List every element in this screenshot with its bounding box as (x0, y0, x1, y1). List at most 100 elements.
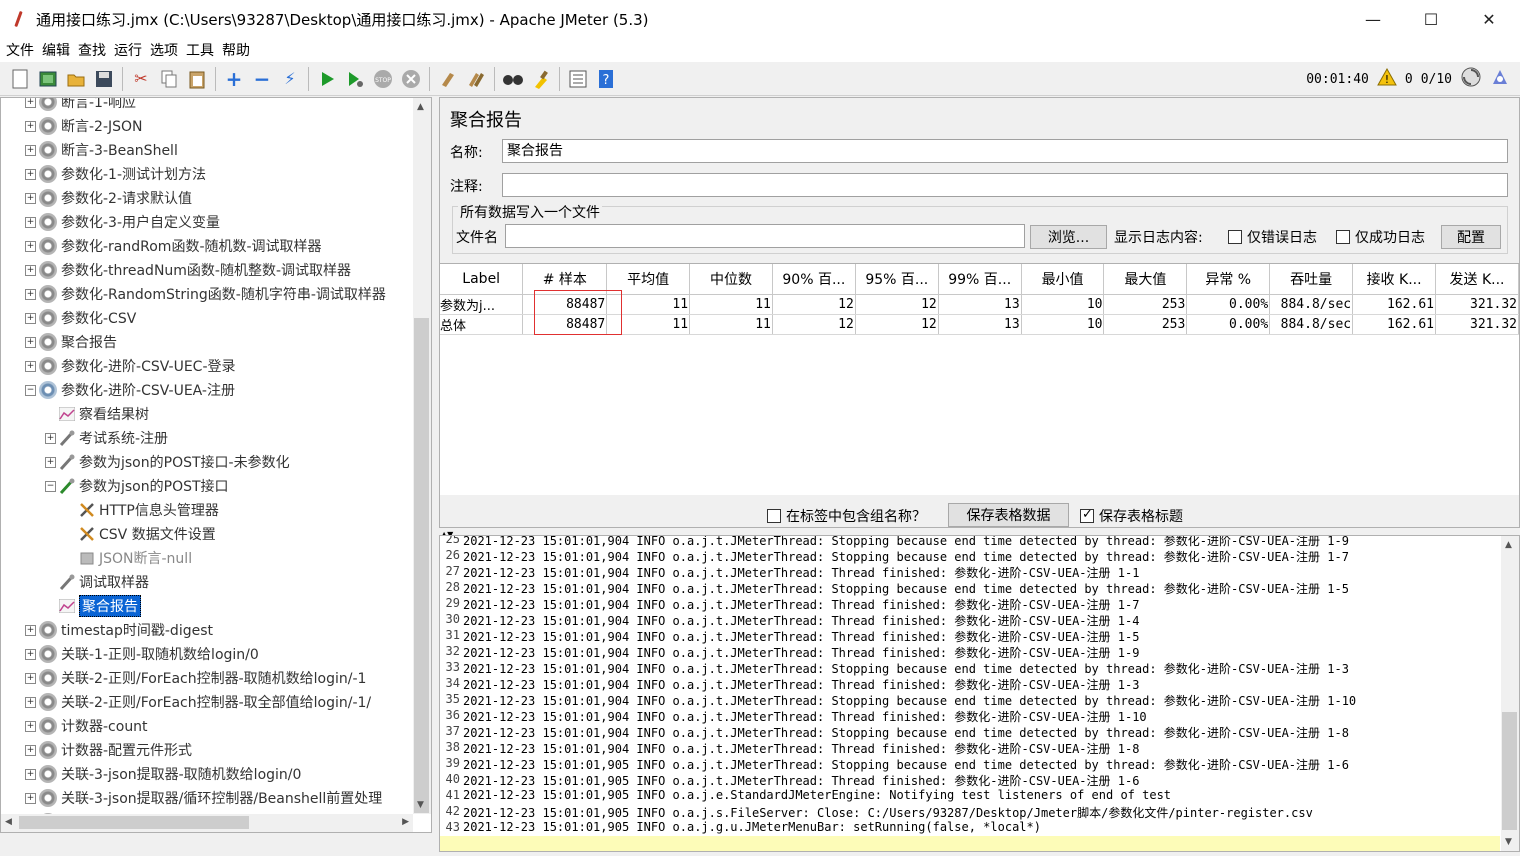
errors-only-option[interactable]: 仅错误日志 (1228, 227, 1317, 247)
toggle-icon[interactable]: ⚡ (279, 68, 301, 90)
expand-node-icon[interactable]: + (25, 744, 36, 756)
menu-help[interactable]: 帮助 (222, 40, 250, 60)
reset-search-icon[interactable] (530, 68, 552, 90)
expand-node-icon[interactable]: + (25, 240, 36, 252)
expand-node-icon[interactable]: + (45, 432, 56, 444)
tree-node[interactable]: + 关联-2-正则/ForEach控制器-取随机数给login/-1 (1, 666, 413, 690)
column-header[interactable]: 95% 百... (855, 264, 939, 295)
tree-node[interactable]: + 参数化-3-用户自定义变量 (1, 210, 413, 234)
tree-node[interactable]: 聚合报告 (1, 594, 413, 618)
tree-node[interactable]: + 断言-2-JSON (1, 114, 413, 138)
scroll-up-icon[interactable]: ▲ (417, 102, 424, 112)
tree-node[interactable]: + 断言-1-响应 (1, 98, 413, 114)
expand-node-icon[interactable]: + (25, 696, 36, 708)
expand-node-icon[interactable]: + (45, 456, 56, 468)
tree-node[interactable]: 察看结果树 (1, 402, 413, 426)
tree-scroll-thumb[interactable] (414, 318, 429, 813)
expand-icon[interactable]: + (223, 67, 245, 91)
browse-button[interactable]: 浏览... (1030, 225, 1107, 249)
paste-icon[interactable] (186, 68, 208, 90)
tree-vertical-scrollbar[interactable]: ▲ ▼ (413, 98, 431, 814)
tree-node[interactable]: − 参数化-进阶-CSV-UEA-注册 (1, 378, 413, 402)
tree-node[interactable]: + 参数化-CSV (1, 306, 413, 330)
column-header[interactable]: 吞吐量 (1269, 264, 1354, 295)
tree-node[interactable]: + 关联-3-json提取器/循环控制器/Beanshell前置处理 (1, 786, 413, 810)
search-icon[interactable] (502, 68, 524, 90)
tree-node[interactable]: HTTP信息头管理器 (1, 498, 413, 522)
tree-node[interactable]: + 参数化-2-请求默认值 (1, 186, 413, 210)
column-header[interactable]: 平均值 (606, 264, 691, 295)
filename-field[interactable] (505, 224, 1025, 248)
tree-node[interactable]: JSON断言-null (1, 546, 413, 570)
expand-node-icon[interactable]: + (25, 312, 36, 324)
menu-run[interactable]: 运行 (114, 40, 142, 60)
tree-node[interactable]: + 关联-1-正则-取随机数给login/0 (1, 642, 413, 666)
log-vertical-scrollbar[interactable]: ▲ ▼ (1501, 536, 1519, 851)
expand-node-icon[interactable]: + (25, 648, 36, 660)
menu-options[interactable]: 选项 (150, 40, 178, 60)
menu-tools[interactable]: 工具 (186, 40, 214, 60)
expand-node-icon[interactable]: + (25, 624, 36, 636)
function-helper-icon[interactable] (567, 68, 589, 90)
tree-node[interactable]: + 计数器-count (1, 714, 413, 738)
menu-search[interactable]: 查找 (78, 40, 106, 60)
tree-node[interactable]: + 考试系统-注册 (1, 426, 413, 450)
comment-field[interactable] (502, 173, 1508, 197)
expand-node-icon[interactable]: + (25, 288, 36, 300)
scroll-left-icon[interactable]: ◀ (5, 817, 12, 827)
include-group-checkbox[interactable] (767, 509, 781, 523)
copy-icon[interactable] (158, 68, 180, 90)
tree-node[interactable]: + 关联-3-json提取器-取随机数给login/0 (1, 762, 413, 786)
tree-node[interactable]: + 参数化-threadNum函数-随机整数-调试取样器 (1, 258, 413, 282)
expand-node-icon[interactable]: + (25, 192, 36, 204)
menu-file[interactable]: 文件 (6, 40, 34, 60)
tree-node[interactable]: + 参数化-RandomString函数-随机字符串-调试取样器 (1, 282, 413, 306)
close-button[interactable]: ✕ (1460, 0, 1518, 38)
expand-node-icon[interactable]: + (25, 264, 36, 276)
templates-icon[interactable] (37, 68, 59, 90)
expand-node-icon[interactable]: + (25, 98, 36, 108)
start-icon[interactable] (316, 68, 338, 90)
expand-node-icon[interactable]: + (25, 720, 36, 732)
tree-node[interactable]: + 参数化-1-测试计划方法 (1, 162, 413, 186)
column-header[interactable]: 最大值 (1103, 264, 1188, 295)
errors-only-checkbox[interactable] (1228, 230, 1242, 244)
column-header[interactable]: 发送 K... (1435, 264, 1519, 295)
shutdown-icon[interactable] (400, 68, 422, 90)
save-icon[interactable] (93, 68, 115, 90)
maximize-button[interactable]: ☐ (1402, 0, 1460, 38)
stop-icon[interactable]: STOP (372, 68, 394, 90)
success-only-option[interactable]: 仅成功日志 (1336, 227, 1425, 247)
include-group-option[interactable]: 在标签中包含组名称？ (767, 506, 926, 526)
collapse-node-icon[interactable]: − (25, 384, 36, 396)
tree-node[interactable]: − 参数为json的POST接口 (1, 474, 413, 498)
column-header[interactable]: 最小值 (1021, 264, 1105, 295)
column-header[interactable]: 接收 K... (1352, 264, 1436, 295)
expand-node-icon[interactable]: + (25, 792, 36, 804)
scroll-down-icon[interactable]: ▼ (1505, 837, 1512, 847)
log-scroll-thumb[interactable] (1502, 712, 1517, 830)
save-table-data-button[interactable]: 保存表格数据 (948, 503, 1069, 527)
tree-node[interactable]: + 参数为json的POST接口-未参数化 (1, 450, 413, 474)
success-only-checkbox[interactable] (1336, 230, 1350, 244)
configure-button[interactable]: 配置 (1441, 225, 1501, 249)
warning-icon[interactable]: ! (1377, 67, 1397, 90)
tree-node[interactable]: + 关联-2-正则/ForEach控制器-取全部值给login/-1/ (1, 690, 413, 714)
scroll-up-icon[interactable]: ▲ (1505, 540, 1512, 550)
column-header[interactable]: # 样本 (522, 264, 608, 295)
expand-node-icon[interactable]: + (25, 120, 36, 132)
table-row[interactable]: 总体 88487 11 11 12 12 13 10 253 0.00% 884.8/sec 162.… (440, 314, 1519, 335)
column-header[interactable]: 99% 百... (938, 264, 1022, 295)
expand-node-icon[interactable]: + (25, 336, 36, 348)
tree-node[interactable]: + timestap时间戳-digest (1, 618, 413, 642)
column-header[interactable]: 中位数 (689, 264, 773, 295)
scroll-right-icon[interactable]: ▶ (402, 817, 409, 827)
tree-node[interactable]: + 参数化-进阶-CSV-UEC-登录 (1, 354, 413, 378)
open-icon[interactable] (65, 68, 87, 90)
column-header[interactable]: Label (440, 264, 524, 295)
new-icon[interactable] (9, 68, 31, 90)
tree-node[interactable]: + 聚合报告 (1, 330, 413, 354)
expand-node-icon[interactable]: + (25, 768, 36, 780)
tree-node[interactable]: + 参数化-randRom函数-随机数-调试取样器 (1, 234, 413, 258)
column-header[interactable]: 异常 % (1186, 264, 1271, 295)
